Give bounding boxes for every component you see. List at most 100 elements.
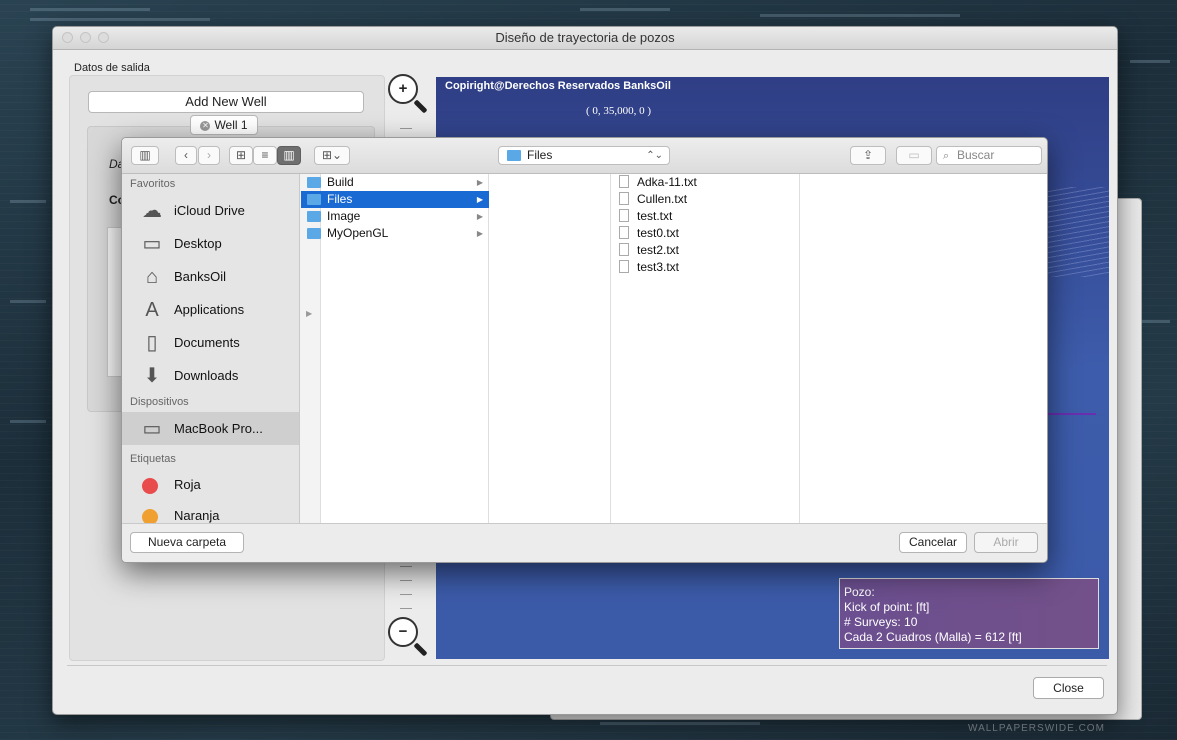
forward-button[interactable]: › (198, 146, 220, 165)
zoom-window-button[interactable] (98, 32, 109, 43)
zoom-out-button[interactable]: − (388, 617, 418, 647)
row-label: Build (327, 175, 354, 189)
tag-button[interactable]: ▭ (896, 146, 932, 165)
open-file-dialog: ▥ ‹ › ⊞ ≡ ▥ ⊞⌄ Files ⌃⌄ ⇪ ▭ ⌕ Buscar Fav… (121, 137, 1048, 563)
zoom-in-icon: + (398, 80, 408, 97)
updown-icon: ⌃⌄ (646, 150, 663, 161)
row-label: Adka-11.txt (637, 175, 697, 189)
add-new-well-button[interactable]: Add New Well (88, 91, 364, 113)
sidebar-item-label: MacBook Pro... (174, 421, 263, 436)
back-button[interactable]: ‹ (175, 146, 197, 165)
search-input[interactable]: ⌕ Buscar (936, 146, 1042, 165)
sidebar-item-desktop[interactable]: ▭ Desktop (122, 227, 299, 260)
minimize-window-button[interactable] (80, 32, 91, 43)
window-title: Diseño de trayectoria de pozos (495, 30, 675, 45)
file-row[interactable]: test.txt (611, 208, 799, 225)
chevron-right-icon: › (207, 148, 211, 162)
code-text (1130, 60, 1170, 63)
close-window-button[interactable] (62, 32, 73, 43)
arrange-icon: ⊞⌄ (321, 148, 343, 162)
close-tab-icon[interactable]: ✕ (200, 121, 211, 131)
info-line: Pozo: (844, 585, 875, 599)
tag-icon: ▭ (908, 148, 920, 162)
code-text (10, 300, 46, 303)
code-text (600, 722, 760, 725)
sidebar-item-applications[interactable]: A Applications (122, 293, 299, 326)
icon-view-button[interactable]: ⊞ (229, 146, 253, 165)
sidebar-item-downloads[interactable]: ⬇ Downloads (122, 359, 299, 392)
column-view-button[interactable]: ▥ (277, 146, 301, 165)
file-row[interactable]: test0.txt (611, 225, 799, 242)
info-panel: Pozo: Kick of point: [ft] # Surveys: 10 … (839, 578, 1099, 649)
title-bar[interactable]: Diseño de trayectoria de pozos (53, 27, 1117, 50)
folder-icon (507, 150, 521, 161)
divider (67, 665, 1107, 666)
row-label: test3.txt (637, 260, 680, 274)
section-label: Datos de salida (74, 62, 150, 74)
text-file-icon (619, 209, 629, 222)
share-icon: ⇪ (862, 148, 874, 162)
arrange-button[interactable]: ⊞⌄ (314, 146, 350, 165)
copyright-text: Copiright@Derechos Reservados BanksOil (445, 80, 671, 92)
desktop-icon: ▭ (142, 233, 162, 255)
file-row[interactable]: test3.txt (611, 259, 799, 276)
laptop-icon: ▭ (142, 418, 162, 440)
list-icon: ≡ (261, 148, 269, 162)
cancel-button[interactable]: Cancelar (899, 532, 967, 553)
location-label: Files (527, 148, 553, 162)
chevron-left-icon: ‹ (184, 148, 188, 162)
sidebar-item-label: Naranja (174, 508, 220, 523)
row-label: test.txt (637, 209, 673, 223)
row-label: Cullen.txt (637, 192, 688, 206)
sidebar-item-label: Roja (174, 477, 201, 492)
info-line: # Surveys: 10 (844, 615, 918, 629)
text-file-icon (619, 175, 629, 188)
new-folder-button[interactable]: Nueva carpeta (130, 532, 244, 553)
zoom-ruler (400, 559, 412, 609)
sidebar-item-macbook[interactable]: ▭ MacBook Pro... (122, 412, 299, 445)
sidebar-header: Favoritos (130, 178, 176, 190)
open-button[interactable]: Abrir (974, 532, 1038, 553)
sidebar-item-tag-orange[interactable]: Naranja (122, 500, 299, 523)
document-icon: ▯ (146, 332, 158, 354)
info-line: Kick of point: [ft] (844, 600, 930, 614)
text-file-icon (619, 226, 629, 239)
text-file-icon (619, 260, 629, 273)
row-label: Files (327, 192, 353, 206)
dialog-toolbar: ▥ ‹ › ⊞ ≡ ▥ ⊞⌄ Files ⌃⌄ ⇪ ▭ ⌕ Buscar (122, 138, 1047, 174)
column-browser: ▶ Build ▶ Files ▶ Image ▶ MyOpenGL ▶ Adka-11… (300, 174, 1047, 523)
sidebar-item-label: Documents (174, 335, 240, 350)
sidebar-item-label: Applications (174, 302, 245, 317)
sidebar-item-tag-red[interactable]: Roja (122, 469, 299, 500)
folder-icon (307, 177, 321, 188)
file-row[interactable]: test2.txt (611, 242, 799, 259)
file-row[interactable]: Cullen.txt (611, 191, 799, 208)
sidebar-item-label: Desktop (174, 236, 222, 251)
close-button[interactable]: Close (1033, 677, 1104, 699)
columns-icon: ▥ (283, 148, 295, 162)
code-text (30, 18, 210, 21)
sidebar-item-documents[interactable]: ▯ Documents (122, 326, 299, 359)
search-placeholder: Buscar (957, 148, 995, 162)
location-select[interactable]: Files ⌃⌄ (498, 146, 670, 165)
tab-well-1[interactable]: ✕ Well 1 (190, 115, 258, 135)
trajectory-line (1048, 413, 1096, 415)
sidebar-item-label: iCloud Drive (174, 203, 245, 218)
row-label: test2.txt (637, 243, 680, 257)
sidebar-item-home[interactable]: ⌂ BanksOil (122, 260, 299, 293)
sidebar-icon: ▥ (139, 148, 151, 162)
list-view-button[interactable]: ≡ (253, 146, 277, 165)
column-1-frame (422, 174, 611, 523)
zoom-in-button[interactable]: + (388, 74, 418, 104)
file-row[interactable]: Adka-11.txt (611, 174, 799, 191)
home-icon: ⌂ (145, 266, 159, 288)
search-icon: ⌕ (943, 150, 950, 162)
share-button[interactable]: ⇪ (850, 146, 886, 165)
sidebar-item-label: Downloads (174, 368, 239, 383)
row-label: test0.txt (637, 226, 680, 240)
code-text (30, 8, 150, 11)
applications-icon: A (145, 299, 159, 321)
folder-icon (307, 228, 321, 239)
sidebar-item-icloud[interactable]: ☁ iCloud Drive (122, 194, 299, 227)
sidebar-toggle-button[interactable]: ▥ (131, 146, 159, 165)
